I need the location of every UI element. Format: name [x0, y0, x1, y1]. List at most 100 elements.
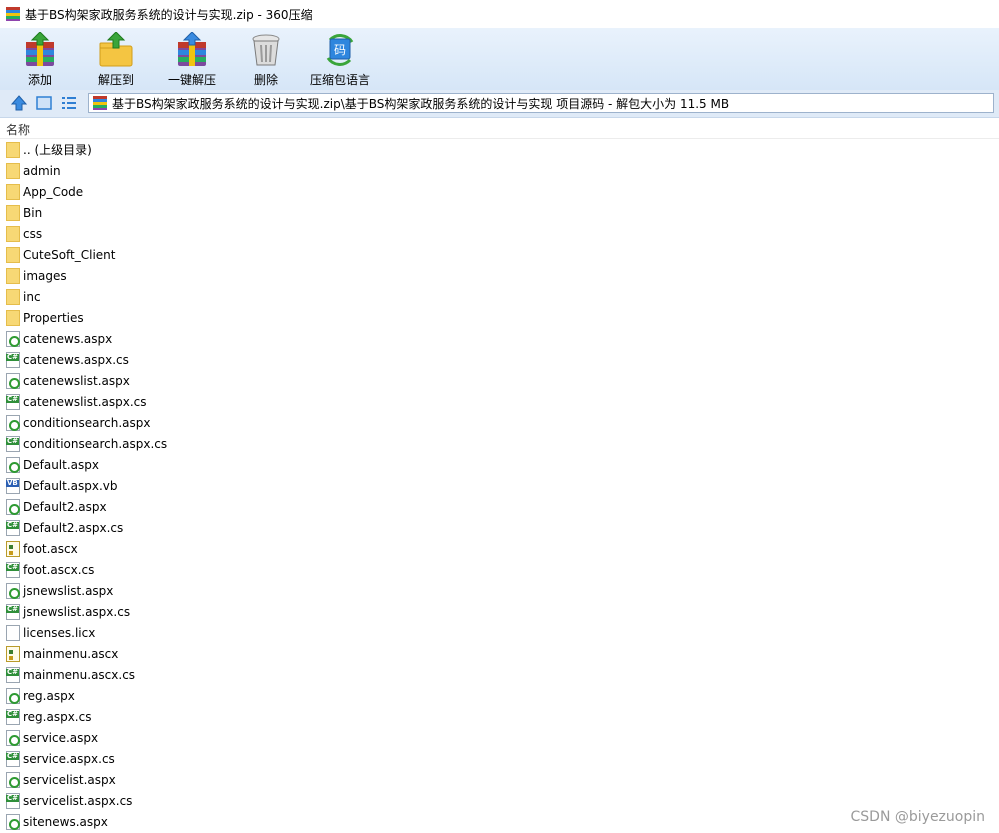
navigation-bar: 基于BS构架家政服务系统的设计与实现.zip\基于BS构架家政服务系统的设计与实…: [0, 90, 999, 118]
file-name: inc: [23, 289, 41, 304]
extract-to-button[interactable]: 解压到: [80, 30, 152, 88]
folder-row[interactable]: admin: [0, 160, 999, 181]
file-row[interactable]: jsnewslist.aspx.cs: [0, 601, 999, 622]
aspx-file-icon: [6, 687, 20, 704]
file-row[interactable]: service.aspx.cs: [0, 748, 999, 769]
file-row[interactable]: licenses.licx: [0, 622, 999, 643]
file-row[interactable]: foot.ascx: [0, 538, 999, 559]
file-name: css: [23, 226, 43, 241]
extract-to-label: 解压到: [97, 73, 134, 87]
folder-row[interactable]: images: [0, 265, 999, 286]
file-name: mainmenu.ascx: [23, 646, 119, 661]
aspx-file-icon: [6, 498, 20, 515]
file-name: Properties: [23, 310, 84, 325]
file-name: service.aspx.cs: [23, 751, 115, 766]
folder-row[interactable]: inc: [0, 286, 999, 307]
archive-language-icon: 码: [322, 32, 358, 68]
folder-row[interactable]: CuteSoft_Client: [0, 244, 999, 265]
column-header-name[interactable]: 名称: [6, 121, 30, 138]
file-row[interactable]: conditionsearch.aspx.cs: [0, 433, 999, 454]
vb-file-icon: [6, 477, 20, 494]
file-name: servicelist.aspx.cs: [23, 793, 133, 808]
folder-icon: [6, 246, 20, 263]
title-bar: 基于BS构架家政服务系统的设计与实现.zip - 360压缩: [0, 0, 999, 29]
file-name: service.aspx: [23, 730, 99, 745]
path-bar[interactable]: 基于BS构架家政服务系统的设计与实现.zip\基于BS构架家政服务系统的设计与实…: [88, 93, 994, 113]
file-row[interactable]: catenews.aspx.cs: [0, 349, 999, 370]
delete-button[interactable]: 删除: [230, 30, 302, 88]
file-row[interactable]: foot.ascx.cs: [0, 559, 999, 580]
folder-row[interactable]: Properties: [0, 307, 999, 328]
folder-row[interactable]: css: [0, 223, 999, 244]
list-view-icon[interactable]: [60, 94, 78, 112]
folder-row[interactable]: Bin: [0, 202, 999, 223]
aspx-file-icon: [6, 771, 20, 788]
file-row[interactable]: reg.aspx: [0, 685, 999, 706]
aspx-file-icon: [6, 729, 20, 746]
file-row[interactable]: Default.aspx: [0, 454, 999, 475]
file-row[interactable]: servicelist.aspx: [0, 769, 999, 790]
folder-icon: [6, 162, 20, 179]
file-name: catenews.aspx: [23, 331, 113, 346]
file-row[interactable]: jsnewslist.aspx: [0, 580, 999, 601]
file-row[interactable]: Default.aspx.vb: [0, 475, 999, 496]
csharp-file-icon: [6, 792, 20, 809]
folder-row[interactable]: .. (上级目录): [0, 139, 999, 160]
folder-icon: [6, 141, 20, 158]
folder-row[interactable]: App_Code: [0, 181, 999, 202]
file-name: foot.ascx: [23, 541, 78, 556]
file-name: CuteSoft_Client: [23, 247, 116, 262]
file-name: App_Code: [23, 184, 84, 199]
file-list: .. (上级目录) admin App_Code Bin css CuteSoft_Cli…: [0, 139, 999, 832]
folder-icon: [6, 288, 20, 305]
file-row[interactable]: mainmenu.ascx.cs: [0, 664, 999, 685]
file-row[interactable]: service.aspx: [0, 727, 999, 748]
delete-label: 删除: [253, 73, 278, 87]
ascx-file-icon: [6, 540, 20, 557]
file-row[interactable]: servicelist.aspx.cs: [0, 790, 999, 811]
aspx-file-icon: [6, 414, 20, 431]
file-row[interactable]: catenews.aspx: [0, 328, 999, 349]
file-name: Default2.aspx.cs: [23, 520, 124, 535]
path-text: 基于BS构架家政服务系统的设计与实现.zip\基于BS构架家政服务系统的设计与实…: [112, 96, 730, 111]
archive-path-icon: [93, 96, 107, 110]
column-header-row: 名称: [0, 118, 999, 139]
csharp-file-icon: [6, 603, 20, 620]
file-name: foot.ascx.cs: [23, 562, 95, 577]
file-row[interactable]: conditionsearch.aspx: [0, 412, 999, 433]
large-icon-view-icon[interactable]: [35, 94, 53, 112]
aspx-file-icon: [6, 456, 20, 473]
file-row[interactable]: sitenews.aspx: [0, 811, 999, 832]
delete-icon: [248, 32, 284, 68]
file-row[interactable]: mainmenu.ascx: [0, 643, 999, 664]
archive-app-icon: [6, 7, 20, 21]
file-row[interactable]: reg.aspx.cs: [0, 706, 999, 727]
extract-to-icon: [98, 31, 134, 68]
file-name: sitenews.aspx: [23, 814, 108, 829]
up-level-icon[interactable]: [10, 94, 28, 112]
file-icon: [6, 624, 20, 641]
file-name: Default.aspx: [23, 457, 99, 472]
main-toolbar: 添加 解压到 一键解压 删除 码 压缩包语言: [0, 28, 999, 91]
folder-icon: [6, 225, 20, 242]
aspx-file-icon: [6, 372, 20, 389]
folder-icon: [6, 183, 20, 200]
one-click-extract-icon: [174, 31, 210, 68]
archive-language-label: 压缩包语言: [309, 73, 370, 87]
csharp-file-icon: [6, 561, 20, 578]
file-row[interactable]: catenewslist.aspx: [0, 370, 999, 391]
file-name: catenews.aspx.cs: [23, 352, 129, 367]
file-row[interactable]: Default2.aspx.cs: [0, 517, 999, 538]
file-name: jsnewslist.aspx: [23, 583, 114, 598]
one-click-extract-button[interactable]: 一键解压: [156, 30, 228, 88]
window-title: 基于BS构架家政服务系统的设计与实现.zip - 360压缩: [25, 7, 313, 22]
svg-text:码: 码: [334, 43, 346, 57]
folder-icon: [6, 309, 20, 326]
archive-language-button[interactable]: 码 压缩包语言: [304, 30, 376, 88]
file-row[interactable]: Default2.aspx: [0, 496, 999, 517]
csharp-file-icon: [6, 666, 20, 683]
file-name: servicelist.aspx: [23, 772, 116, 787]
file-row[interactable]: catenewslist.aspx.cs: [0, 391, 999, 412]
add-button[interactable]: 添加: [4, 30, 76, 88]
aspx-file-icon: [6, 582, 20, 599]
